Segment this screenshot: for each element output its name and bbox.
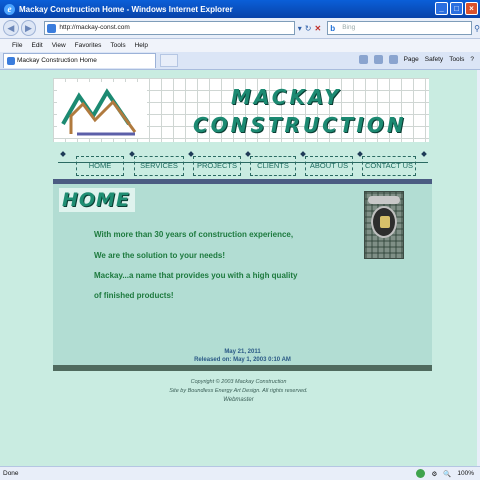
address-toolbar: ◀ ▶ http://mackay-const.com ▾ ↻ ✕ b Bing… <box>0 18 480 39</box>
search-icon[interactable]: ⚲ <box>474 24 480 33</box>
back-button[interactable]: ◀ <box>3 20 19 36</box>
menu-view[interactable]: View <box>52 42 66 49</box>
menu-bar: File Edit View Favorites Tools Help <box>0 39 480 52</box>
window-title: Mackay Construction Home - Windows Inter… <box>19 4 233 14</box>
status-right: ⚙ 🔍 100% <box>416 469 474 478</box>
new-tab-button[interactable] <box>160 54 178 67</box>
page-icon <box>47 24 57 33</box>
divider-bottom <box>53 365 432 371</box>
status-text: Done <box>3 470 19 477</box>
tab-bar: Mackay Construction Home Page Safety Too… <box>0 52 480 70</box>
nav-clients[interactable]: CLIENTS <box>250 156 296 176</box>
feeds-icon[interactable] <box>373 55 383 64</box>
forward-button[interactable]: ▶ <box>20 20 37 36</box>
print-icon[interactable] <box>388 55 398 64</box>
intro-line-1: With more than 30 years of construction … <box>94 230 294 239</box>
nav-contact-us[interactable]: CONTACT US <box>362 156 416 176</box>
status-bar: Done ⚙ 🔍 100% <box>0 466 480 480</box>
protected-mode-icon: ⚙ <box>431 470 438 478</box>
intro-line-2: We are the solution to your needs! <box>94 251 225 260</box>
command-bar: Page Safety Tools ? <box>358 55 474 64</box>
nav-about-us[interactable]: ABOUT US <box>305 156 353 176</box>
menu-favorites[interactable]: Favorites <box>75 42 102 49</box>
search-input[interactable]: b Bing <box>327 21 473 35</box>
intro-line-4: of finished products! <box>94 291 174 300</box>
home-icon[interactable] <box>358 55 368 64</box>
clan-crest-image <box>364 191 404 259</box>
crest-center <box>380 216 390 228</box>
content-panel: HOME With more than 30 years of construc… <box>53 184 432 365</box>
tab-active[interactable]: Mackay Construction Home <box>3 53 156 68</box>
tab-page-icon <box>7 57 15 65</box>
brand-subtitle: CONSTRUCTION <box>193 113 407 137</box>
maximize-button[interactable]: □ <box>450 2 463 15</box>
menu-help[interactable]: Help <box>135 42 148 49</box>
menu-edit[interactable]: Edit <box>31 42 42 49</box>
address-text: http://mackay-const.com <box>59 24 130 31</box>
tools-menu[interactable]: Tools <box>449 56 464 63</box>
page-heading: HOME <box>59 188 135 212</box>
nav-projects[interactable]: PROJECTS <box>193 156 241 176</box>
internet-zone-icon <box>416 469 426 478</box>
brand-title: MACKAY <box>231 85 342 109</box>
dropdown-icon[interactable]: ▾ <box>298 24 302 33</box>
release-date: Released on: May 1, 2003 0:10 AM <box>194 357 291 363</box>
crest-ribbon <box>368 196 400 204</box>
address-actions: ▾ ↻ ✕ <box>298 24 321 33</box>
footer-copyright: Copyright © 2003 Mackay Construction <box>190 379 287 385</box>
site-header: MACKAY CONSTRUCTION <box>53 78 429 142</box>
footer-credit[interactable]: Site by Boundless Energy Art Design. All… <box>0 387 477 396</box>
menu-tools[interactable]: Tools <box>110 42 125 49</box>
ie-logo-icon: e <box>4 3 15 15</box>
current-date: May 21, 2011 <box>224 349 261 355</box>
nav-services[interactable]: SERVICES <box>134 156 184 176</box>
nav-pin <box>60 151 66 157</box>
title-bar: e Mackay Construction Home - Windows Int… <box>0 0 480 18</box>
nav-home[interactable]: HOME <box>76 156 124 176</box>
zoom-level[interactable]: 100% <box>457 470 474 477</box>
nav-pin <box>421 151 427 157</box>
refresh-icon[interactable]: ↻ <box>305 24 312 33</box>
search-placeholder: Bing <box>342 24 356 31</box>
stop-icon[interactable]: ✕ <box>315 24 322 33</box>
window-controls: _ □ × <box>435 2 478 15</box>
intro-line-3: Mackay...a name that provides you with a… <box>94 271 298 280</box>
help-icon[interactable]: ? <box>470 56 474 63</box>
menu-file[interactable]: File <box>12 42 22 49</box>
close-button[interactable]: × <box>465 2 478 15</box>
crest-badge <box>371 206 397 238</box>
address-input[interactable]: http://mackay-const.com <box>44 21 295 35</box>
minimize-button[interactable]: _ <box>435 2 448 15</box>
webmaster-link[interactable]: Webmaster <box>0 396 477 405</box>
page-viewport: MACKAY CONSTRUCTION HOME SERVICES PROJEC… <box>0 70 477 466</box>
site-footer: Copyright © 2003 Mackay Construction Sit… <box>0 378 477 405</box>
zoom-icon[interactable]: 🔍 <box>443 470 451 478</box>
page-menu[interactable]: Page <box>404 56 419 63</box>
safety-menu[interactable]: Safety <box>425 56 443 63</box>
company-logo <box>57 82 147 138</box>
tab-label: Mackay Construction Home <box>17 57 97 64</box>
bing-icon: b <box>330 24 336 33</box>
site-nav: HOME SERVICES PROJECTS CLIENTS ABOUT US … <box>58 151 428 176</box>
